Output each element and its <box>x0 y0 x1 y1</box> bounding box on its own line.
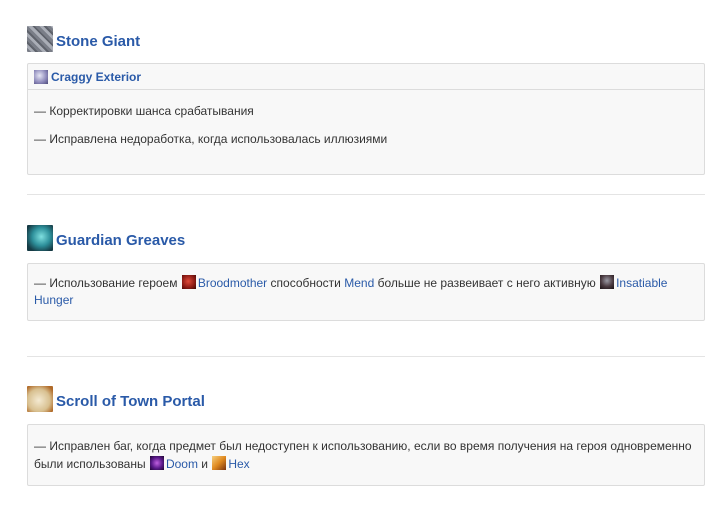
doom-link[interactable]: Doom <box>166 457 198 471</box>
guardian-greaves-link[interactable]: Guardian Greaves <box>56 232 185 250</box>
stone-giant-icon[interactable] <box>27 26 53 52</box>
stone-giant-link[interactable]: Stone Giant <box>56 33 140 51</box>
stone-giant-box: Craggy Exterior — Корректировки шанса ср… <box>27 63 705 175</box>
change-text: способности <box>267 276 345 290</box>
town-portal-link[interactable]: Scroll of Town Portal <box>56 393 205 411</box>
broodmother-link[interactable]: Broodmother <box>198 276 267 290</box>
craggy-exterior-link[interactable]: Craggy Exterior <box>51 70 141 84</box>
change-text: больше не развеивает с него активную <box>374 276 600 290</box>
hex-link[interactable]: Hex <box>228 457 249 471</box>
guardian-greaves-box: — Использование героем Broodmother спосо… <box>27 263 705 321</box>
hex-icon[interactable] <box>212 456 227 470</box>
section-heading: Scroll of Town Portal <box>27 382 705 412</box>
change-text: и <box>197 457 212 471</box>
section-divider <box>27 356 705 357</box>
section-divider <box>27 194 705 195</box>
town-portal-box: — Исправлен баг, когда предмет был недос… <box>27 424 705 486</box>
change-line: — Исправлена недоработка, когда использо… <box>34 132 388 146</box>
section-heading: Guardian Greaves <box>27 221 705 251</box>
insatiable-hunger-icon[interactable] <box>600 275 615 289</box>
change-line: — Корректировки шанса срабатывания <box>34 104 254 118</box>
section-town-portal: Scroll of Town Portal — Исправлен баг, к… <box>27 382 705 486</box>
broodmother-icon[interactable] <box>181 275 196 289</box>
craggy-exterior-icon[interactable] <box>34 69 48 84</box>
doom-icon[interactable] <box>149 456 164 470</box>
section-stone-giant: Stone Giant Craggy Exterior — Корректиро… <box>27 22 705 175</box>
change-line: — Исправлен баг, когда предмет был недос… <box>34 437 698 473</box>
section-heading: Stone Giant <box>27 22 705 52</box>
town-portal-scroll-icon[interactable] <box>27 386 53 412</box>
ability-header: Craggy Exterior <box>28 64 704 90</box>
change-text: — Исправлен баг, когда предмет был недос… <box>34 439 692 471</box>
mend-link[interactable]: Mend <box>344 276 374 290</box>
change-text: — Использование героем <box>34 276 181 290</box>
section-guardian-greaves: Guardian Greaves — Использование героем … <box>27 221 705 321</box>
guardian-greaves-icon[interactable] <box>27 225 53 251</box>
change-line: — Использование героем Broodmother спосо… <box>34 275 698 309</box>
